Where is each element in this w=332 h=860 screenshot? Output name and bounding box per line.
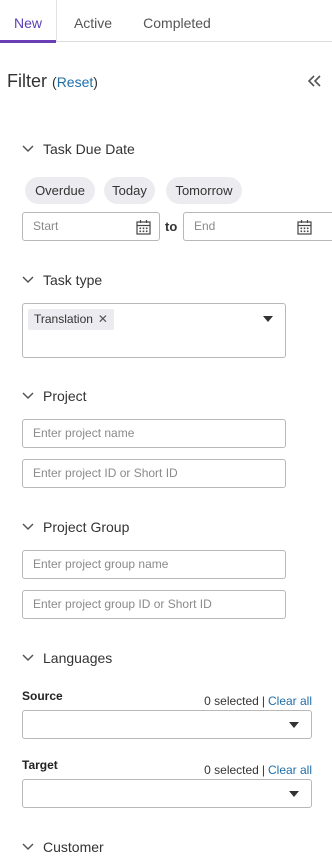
dropdown-caret-icon[interactable] [289,722,299,728]
tab-bar: New Active Completed [0,0,332,43]
section-label: Task type [43,272,103,288]
tab-completed[interactable]: Completed [129,0,225,42]
source-clear-all-link[interactable]: Clear all [268,694,312,708]
filter-title: Filter [7,71,47,91]
section-label: Project Group [43,519,130,535]
tag-label: Translation [34,312,93,326]
reset-link[interactable]: Reset [57,74,94,90]
chevron-down-icon [22,523,34,531]
remove-tag-icon[interactable]: ✕ [98,312,108,326]
section-label: Customer [43,839,104,855]
date-range-separator: to [165,219,178,234]
target-language-select[interactable] [22,779,312,808]
chip-today[interactable]: Today [104,177,155,204]
project-group-id-input[interactable]: Enter project group ID or Short ID [22,590,286,619]
source-language-select[interactable] [22,710,312,739]
project-name-input[interactable]: Enter project name [22,419,286,448]
tab-new[interactable]: New [0,0,57,43]
chevron-down-icon [22,276,34,284]
source-selected-count: 0 selected [204,694,259,708]
target-clear-all-link[interactable]: Clear all [268,763,312,777]
task-type-multiselect[interactable]: Translation ✕ [22,303,286,358]
task-type-tag: Translation ✕ [28,309,114,330]
chevron-down-icon [22,145,34,153]
source-label: Source [22,689,63,703]
chip-tomorrow[interactable]: Tomorrow [166,177,242,204]
calendar-icon[interactable] [136,219,151,235]
project-group-name-input[interactable]: Enter project group name [22,550,286,579]
target-label: Target [22,758,58,772]
filter-header: Filter (Reset) [7,71,98,91]
section-label: Languages [43,650,113,666]
chip-overdue[interactable]: Overdue [25,177,95,204]
chevron-down-icon [22,843,34,851]
project-id-input[interactable]: Enter project ID or Short ID [22,459,286,488]
chevron-down-icon [22,654,34,662]
dropdown-caret-icon[interactable] [289,791,299,797]
tab-active[interactable]: Active [57,0,129,42]
chevron-down-icon [22,392,34,400]
double-chevron-left-icon[interactable] [307,71,323,91]
calendar-icon[interactable] [297,219,312,235]
source-selection-info: 0 selected | Clear all [204,694,312,708]
target-selection-info: 0 selected | Clear all [204,763,312,777]
section-label: Task Due Date [43,141,135,157]
target-selected-count: 0 selected [204,763,259,777]
section-label: Project [43,388,87,404]
dropdown-caret-icon[interactable] [263,316,273,322]
